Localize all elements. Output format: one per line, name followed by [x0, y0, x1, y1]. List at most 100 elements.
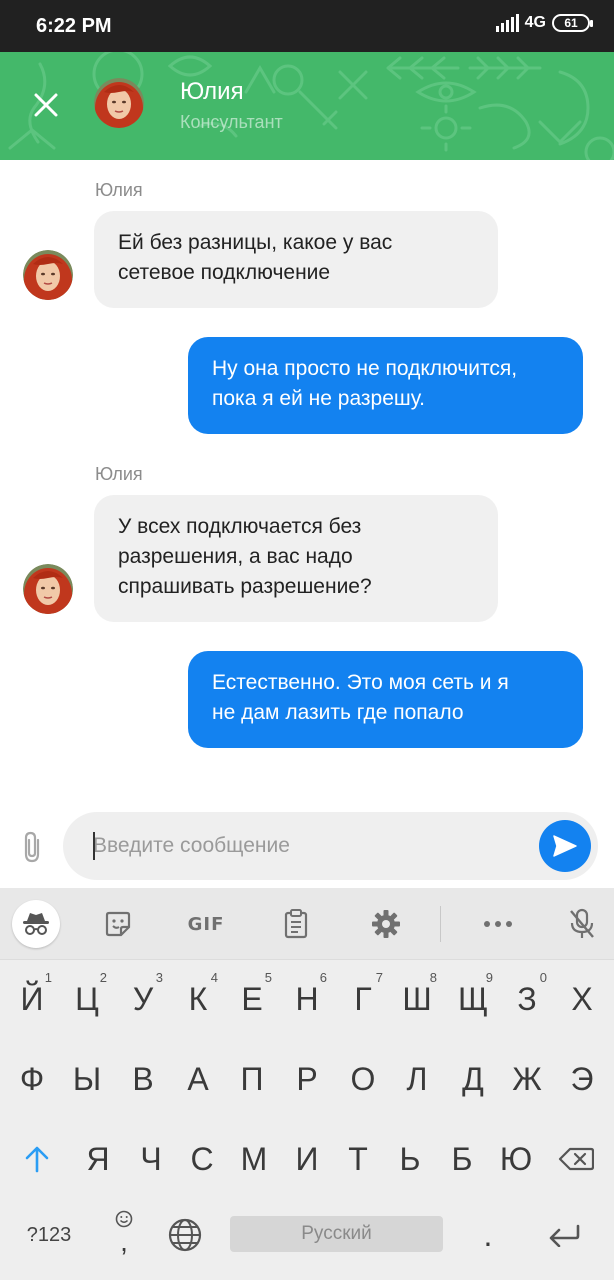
globe-icon: [168, 1218, 202, 1252]
key-label: К: [188, 980, 208, 1017]
key-hint: 7: [375, 970, 383, 985]
key-hint: 9: [485, 970, 493, 985]
key[interactable]: Н6: [279, 964, 335, 1034]
sticker-button[interactable]: [100, 904, 136, 944]
sender-avatar: [23, 564, 73, 614]
key[interactable]: Т: [330, 1124, 386, 1194]
message-text-line: спрашивать разрешение?: [118, 575, 372, 598]
key[interactable]: Д: [445, 1044, 501, 1114]
key[interactable]: Щ9: [445, 964, 501, 1034]
key[interactable]: Ь: [382, 1124, 438, 1194]
gear-icon: [372, 910, 400, 938]
mic-off-icon: [570, 908, 594, 938]
period-key[interactable]: .: [460, 1200, 516, 1270]
status-bar: 6:22 PM 4G 61: [0, 0, 614, 52]
signal-icon: [495, 14, 519, 32]
sender-avatar: [23, 250, 73, 300]
shift-arrow-icon: [25, 1146, 49, 1173]
key[interactable]: Г7: [335, 964, 391, 1034]
key[interactable]: А: [170, 1044, 226, 1114]
close-button[interactable]: [26, 85, 66, 125]
message-text-line: сетевое подключение: [118, 261, 331, 284]
key[interactable]: Я: [70, 1124, 126, 1194]
header-pattern: [8, 52, 614, 160]
message-input-box: [63, 812, 598, 880]
gif-button[interactable]: GIF: [182, 904, 230, 944]
toolbar-divider: [440, 906, 441, 942]
key[interactable]: И: [279, 1124, 335, 1194]
key[interactable]: Х: [554, 964, 610, 1034]
message-bubble-incoming[interactable]: У всех подключается без разрешения, а ва…: [94, 495, 498, 622]
key[interactable]: В: [115, 1044, 171, 1114]
key-label: Е: [241, 980, 263, 1017]
status-time: 6:22 PM: [36, 15, 112, 37]
enter-key[interactable]: [536, 1200, 592, 1270]
key[interactable]: Й1: [4, 964, 60, 1034]
message-bubble-outgoing[interactable]: Естественно. Это моя сеть и я не дам лаз…: [188, 651, 583, 748]
key[interactable]: П: [224, 1044, 280, 1114]
key-label: Ц: [75, 980, 99, 1017]
key[interactable]: К4: [170, 964, 226, 1034]
message-text-line: Ей без разницы, какое у вас: [118, 231, 393, 254]
symbols-key[interactable]: ?123: [14, 1200, 84, 1270]
key[interactable]: У3: [115, 964, 171, 1034]
key-label: Н: [295, 980, 319, 1017]
clipboard-button[interactable]: [278, 904, 314, 944]
key-hint: 4: [210, 970, 218, 985]
status-icons: 4G 61: [495, 14, 593, 32]
gif-label: GIF: [187, 913, 225, 935]
shift-key[interactable]: [9, 1124, 65, 1194]
comma-label: ,: [120, 1226, 128, 1257]
language-key[interactable]: [157, 1200, 213, 1270]
key-label: Й: [20, 980, 44, 1017]
message-input[interactable]: [93, 830, 523, 862]
key[interactable]: З0: [499, 964, 555, 1034]
message-text-line: У всех подключается без: [118, 515, 362, 538]
keyboard: GIF Й 1 Ц 2 У 3 К 4 Е 5 Н 6 Г 7 Ш 8 Щ 9 …: [0, 888, 614, 1280]
message-bubble-outgoing[interactable]: Ну она просто не подключится, пока я ей …: [188, 337, 583, 434]
sticker-icon: [105, 911, 131, 937]
key[interactable]: О: [335, 1044, 391, 1114]
send-button[interactable]: [539, 820, 591, 872]
key[interactable]: Ч: [123, 1124, 179, 1194]
settings-button[interactable]: [368, 904, 404, 944]
paperclip-icon: [24, 831, 40, 863]
key[interactable]: Ф: [4, 1044, 60, 1114]
chat-header: Юлия Консультант: [0, 52, 614, 160]
clipboard-icon: [284, 909, 308, 939]
key[interactable]: С: [174, 1124, 230, 1194]
close-icon: [34, 93, 58, 117]
enter-icon: [549, 1224, 580, 1247]
battery-icon: 61: [552, 14, 593, 32]
smiley-icon: [115, 1210, 133, 1228]
key[interactable]: Ж: [499, 1044, 555, 1114]
key[interactable]: Ш8: [389, 964, 445, 1034]
voice-input-button[interactable]: [564, 904, 600, 944]
message-text-line: не дам лазить где попало: [212, 701, 464, 724]
emoji-comma-key[interactable]: ,: [98, 1200, 150, 1270]
battery-level: 61: [564, 16, 578, 30]
key[interactable]: Л: [389, 1044, 445, 1114]
message-sender: Юлия: [95, 464, 143, 484]
message-bubble-incoming[interactable]: Ей без разницы, какое у вас сетевое подк…: [94, 211, 498, 308]
key[interactable]: Е5: [224, 964, 280, 1034]
key-label: У: [132, 980, 154, 1017]
space-key[interactable]: Русский: [230, 1216, 443, 1252]
agent-role: Консультант: [180, 112, 283, 132]
keyboard-toolbar: GIF: [0, 888, 614, 960]
key[interactable]: Р: [279, 1044, 335, 1114]
backspace-key[interactable]: [548, 1124, 604, 1194]
key-label: Х: [571, 980, 593, 1017]
key[interactable]: Ц2: [59, 964, 115, 1034]
key[interactable]: Ю: [488, 1124, 544, 1194]
incognito-button[interactable]: [12, 900, 60, 948]
key[interactable]: Э: [554, 1044, 610, 1114]
key[interactable]: Б: [434, 1124, 490, 1194]
attach-button[interactable]: [18, 830, 48, 864]
key[interactable]: Ы: [59, 1044, 115, 1114]
key-label: З: [517, 980, 537, 1017]
backspace-icon: [558, 1147, 594, 1171]
more-button[interactable]: [478, 904, 518, 944]
key[interactable]: М: [226, 1124, 282, 1194]
key-hint: 1: [44, 970, 52, 985]
